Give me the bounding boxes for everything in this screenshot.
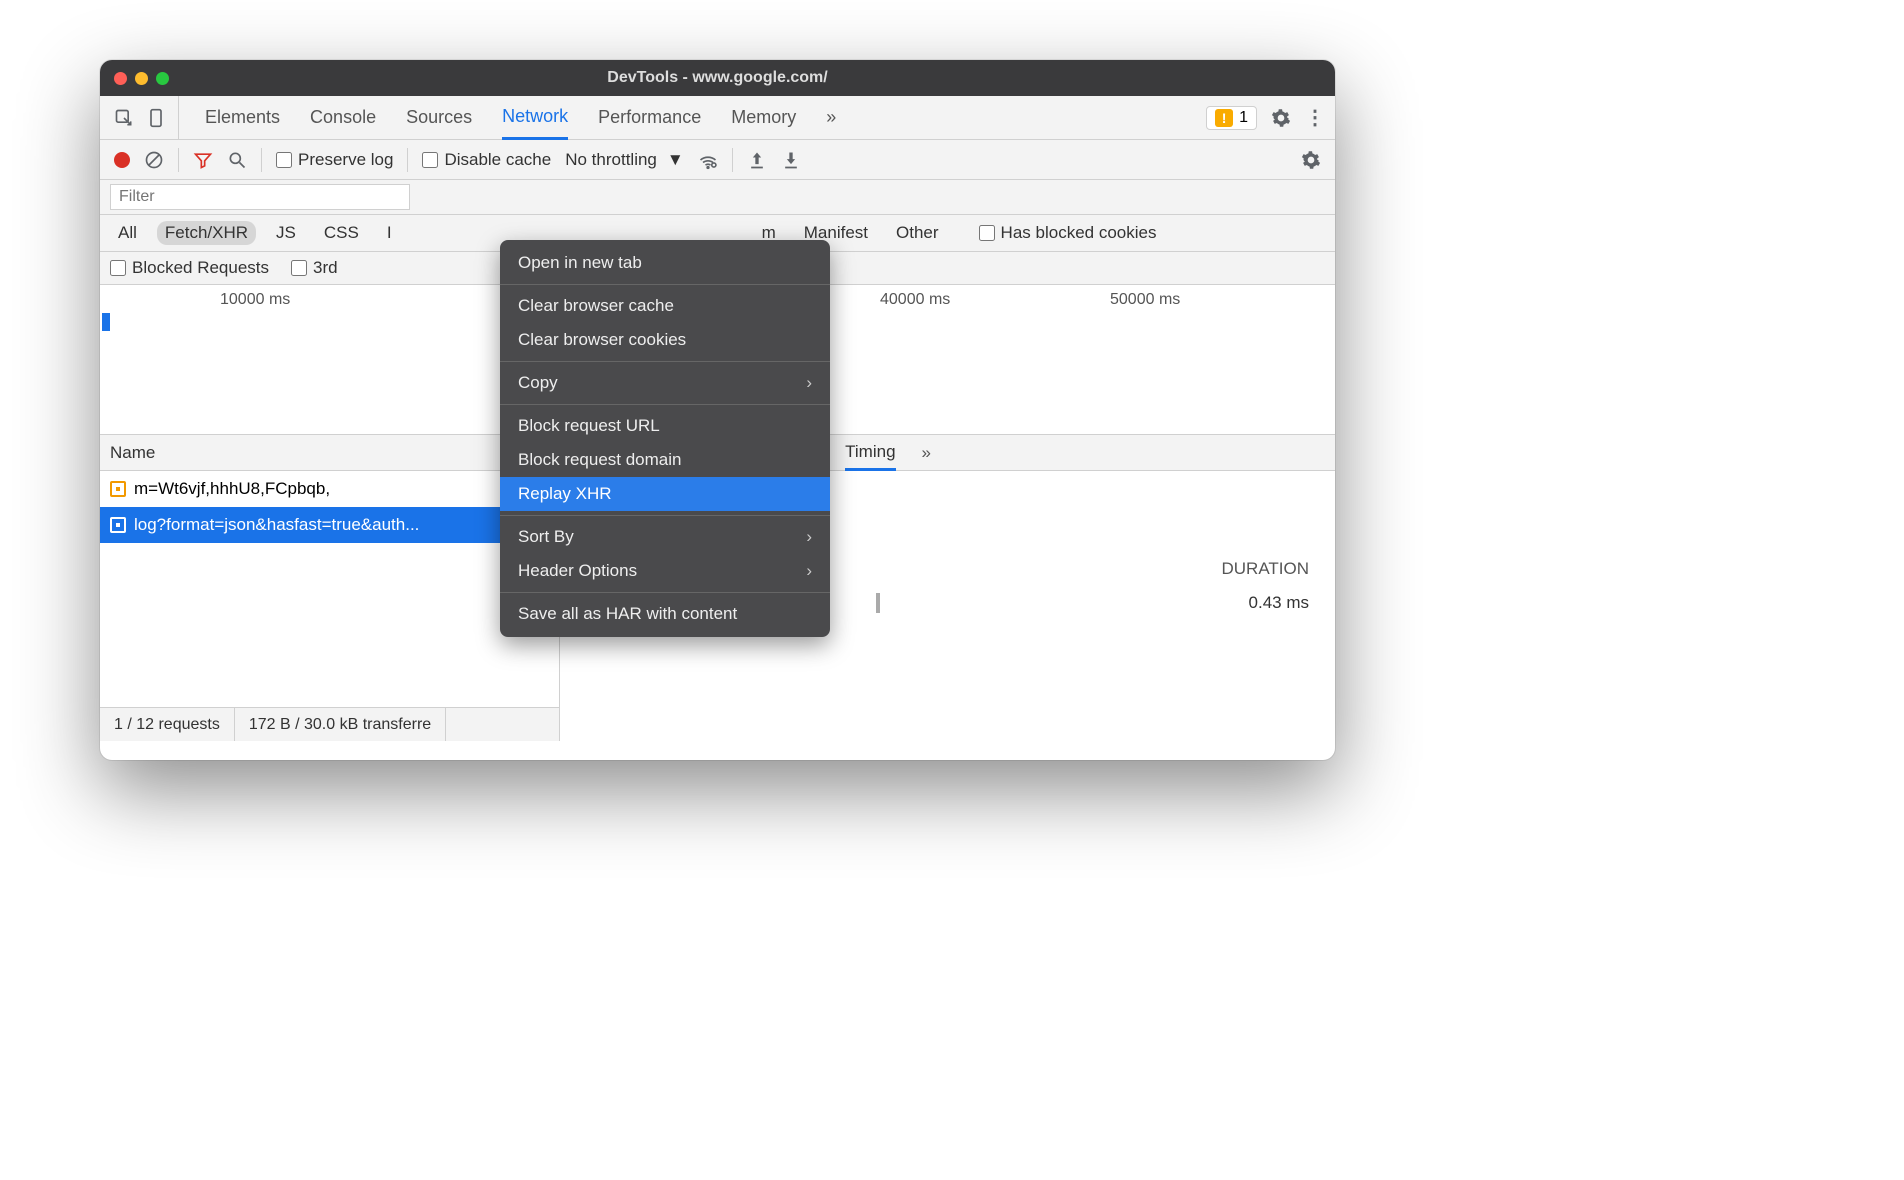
request-list: Name m=Wt6vjf,hhhU8,FCpbqb, log?format=j… [100,435,560,741]
download-icon[interactable] [781,150,801,170]
separator [261,148,262,172]
xhr-file-icon [110,517,126,533]
blocked-requests-checkbox[interactable]: Blocked Requests [110,258,269,278]
separator [500,515,830,516]
ctx-clear-cache[interactable]: Clear browser cache [500,289,830,323]
queue-value: 0.43 ms [1249,593,1309,613]
timeline-tick: 50000 ms [1110,291,1180,309]
preserve-log-checkbox[interactable]: Preserve log [276,150,393,170]
minimize-window-button[interactable] [135,72,148,85]
devtools-window: DevTools - www.google.com/ Elements Cons… [100,60,1335,760]
issues-count: 1 [1239,109,1248,127]
separator [178,148,179,172]
statusbar: 1 / 12 requests 172 B / 30.0 kB transfer… [100,707,559,741]
separator [732,148,733,172]
chevron-right-icon: › [806,527,812,547]
timeline-tick: 40000 ms [880,291,950,309]
upload-icon[interactable] [747,150,767,170]
tab-more[interactable]: » [826,96,836,139]
request-row[interactable]: m=Wt6vjf,hhhU8,FCpbqb, [100,471,559,507]
timeline-tick: 10000 ms [220,291,290,309]
ctx-sort-by[interactable]: Sort By› [500,520,830,554]
separator [500,361,830,362]
chevron-right-icon: › [806,561,812,581]
status-transferred: 172 B / 30.0 kB transferre [235,708,446,741]
ctx-copy[interactable]: Copy› [500,366,830,400]
chevron-right-icon: › [806,373,812,393]
has-blocked-cookies-checkbox[interactable]: Has blocked cookies [979,223,1157,243]
record-button[interactable] [114,152,130,168]
titlebar: DevTools - www.google.com/ [100,60,1335,96]
close-window-button[interactable] [114,72,127,85]
pill-img-partial[interactable]: I [379,221,400,245]
timeline-marker [102,313,110,331]
device-toggle-icon[interactable] [146,108,166,128]
ctx-clear-cookies[interactable]: Clear browser cookies [500,323,830,357]
duration-label: DURATION [1221,559,1309,579]
window-title: DevTools - www.google.com/ [100,69,1335,87]
tab-sources[interactable]: Sources [406,96,472,139]
third-party-checkbox[interactable]: 3rd [291,258,338,278]
issues-badge[interactable]: ! 1 [1206,106,1257,130]
network-settings-icon[interactable] [1301,150,1321,170]
queue-bar [876,593,880,613]
pill-other[interactable]: Other [888,221,947,245]
panel-tabbar: Elements Console Sources Network Perform… [100,96,1335,140]
ctx-header-options[interactable]: Header Options› [500,554,830,588]
filter-icon[interactable] [193,150,213,170]
disable-cache-checkbox[interactable]: Disable cache [422,150,551,170]
inspect-element-icon[interactable] [114,108,134,128]
pill-js[interactable]: JS [268,221,304,245]
separator [407,148,408,172]
throttling-select[interactable]: No throttling ▼ [565,150,684,170]
clear-icon[interactable] [144,150,164,170]
filter-input[interactable] [110,184,410,210]
tab-performance[interactable]: Performance [598,96,701,139]
separator [500,284,830,285]
network-conditions-icon[interactable] [698,150,718,170]
status-requests: 1 / 12 requests [100,708,235,741]
ctx-block-url[interactable]: Block request URL [500,409,830,443]
pill-css[interactable]: CSS [316,221,367,245]
tab-network[interactable]: Network [502,97,568,140]
detail-tab-more[interactable]: » [922,435,931,470]
column-header-name[interactable]: Name [100,435,559,471]
ctx-open-new-tab[interactable]: Open in new tab [500,246,830,280]
detail-tab-timing[interactable]: Timing [845,436,895,471]
request-name: log?format=json&hasfast=true&auth... [134,515,419,535]
kebab-menu-icon[interactable]: ⋮ [1305,105,1325,130]
request-row-selected[interactable]: log?format=json&hasfast=true&auth... [100,507,559,543]
filter-row [100,180,1335,215]
ctx-replay-xhr[interactable]: Replay XHR [500,477,830,511]
pill-all[interactable]: All [110,221,145,245]
separator [500,592,830,593]
separator [500,404,830,405]
tab-console[interactable]: Console [310,96,376,139]
network-toolbar: Preserve log Disable cache No throttling… [100,140,1335,180]
tab-memory[interactable]: Memory [731,96,796,139]
ctx-block-domain[interactable]: Block request domain [500,443,830,477]
context-menu: Open in new tab Clear browser cache Clea… [500,240,830,637]
maximize-window-button[interactable] [156,72,169,85]
ctx-save-har[interactable]: Save all as HAR with content [500,597,830,631]
tab-elements[interactable]: Elements [205,96,280,139]
script-file-icon [110,481,126,497]
request-name: m=Wt6vjf,hhhU8,FCpbqb, [134,479,330,499]
traffic-lights [114,72,169,85]
warning-icon: ! [1215,109,1233,127]
pill-fetch-xhr[interactable]: Fetch/XHR [157,221,256,245]
settings-icon[interactable] [1271,108,1291,128]
chevron-down-icon: ▼ [667,150,684,170]
search-icon[interactable] [227,150,247,170]
